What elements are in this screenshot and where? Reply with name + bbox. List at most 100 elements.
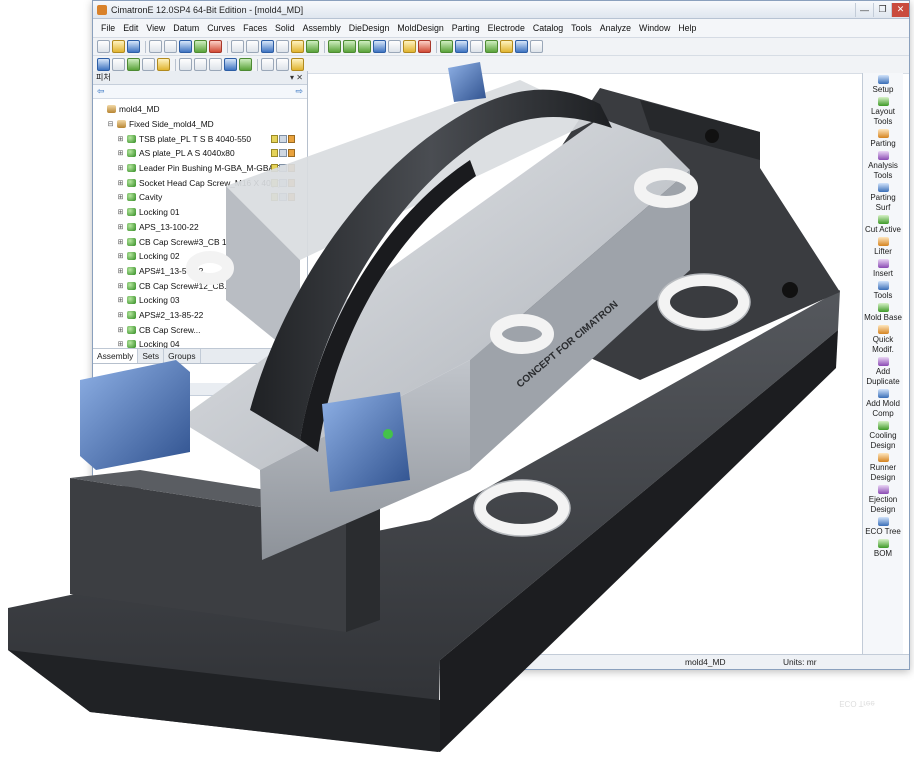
close-button[interactable]: ✕ [891, 2, 909, 17]
tab-assembly[interactable]: Assembly [93, 349, 139, 363]
view-top-icon[interactable] [194, 58, 207, 71]
visibility-status-icons[interactable] [271, 193, 295, 202]
mold-tool-cooling-design[interactable]: Cooling Design [863, 419, 903, 451]
mold-tool-tools[interactable]: Tools [863, 279, 903, 301]
mold-tool-lifter[interactable]: Lifter [863, 235, 903, 257]
tree-node[interactable]: ⊞ Socket Head Cap Screw_M16 X 40(6) [93, 175, 307, 190]
mold-tool-parting-surf[interactable]: Parting Surf [863, 181, 903, 213]
section-icon[interactable] [224, 58, 237, 71]
extrude-icon[interactable] [343, 40, 356, 53]
redo-icon[interactable] [164, 40, 177, 53]
tree-node[interactable]: ⊞ AS plate_PL A S 4040x80 [93, 146, 307, 161]
expand-icon[interactable]: ⊞ [117, 326, 124, 334]
tree-node[interactable]: ⊞ CB Cap Screw#3_CB 10-20(2) [93, 234, 307, 249]
tree-node[interactable]: ⊞ CB Cap Screw... [93, 322, 307, 337]
forward-arrow-icon[interactable]: ⇨ [295, 86, 303, 97]
mold-tool-insert[interactable]: Insert [863, 257, 903, 279]
mold-tool-parting[interactable]: Parting [863, 127, 903, 149]
menu-solid[interactable]: Solid [271, 23, 299, 33]
expand-icon[interactable]: ⊞ [97, 399, 104, 407]
view-iso-icon[interactable] [209, 58, 222, 71]
open-file-icon[interactable] [112, 40, 125, 53]
expand-icon[interactable]: ⊞ [117, 193, 124, 201]
mold-tool-cut-active[interactable]: Cut Active [863, 213, 903, 235]
menu-faces[interactable]: Faces [239, 23, 271, 33]
options-icon[interactable] [530, 40, 543, 53]
expand-icon[interactable]: ⊞ [117, 238, 124, 246]
pan-icon[interactable] [276, 40, 289, 53]
curves-filter-icon[interactable] [142, 58, 155, 71]
mold-tool-bom[interactable]: BOM [863, 537, 903, 559]
select-icon[interactable] [179, 40, 192, 53]
wireframe-icon[interactable] [261, 58, 274, 71]
filter-icon[interactable] [97, 58, 110, 71]
menu-edit[interactable]: Edit [119, 23, 142, 33]
tree-node[interactable]: ⊞ Locking 02 [93, 249, 307, 264]
render-mode-icon[interactable] [291, 40, 304, 53]
tree-node[interactable]: ⊞ APS_13-100-22 [93, 220, 307, 235]
minimize-button[interactable]: — [855, 2, 873, 17]
show-icon[interactable] [194, 40, 207, 53]
layer-icon[interactable] [239, 58, 252, 71]
tree-node[interactable]: ⊞ APS#2_13-85-22 [93, 308, 307, 323]
hidden-line-icon[interactable] [276, 58, 289, 71]
mold-tool-add-mold-comp[interactable]: Add Mold Comp [863, 387, 903, 419]
menu-file[interactable]: File [97, 23, 119, 33]
tree-node[interactable]: ⊞ CB Cap Screw#12_CB... [93, 278, 307, 293]
mold-tool-setup[interactable]: Setup [863, 73, 903, 95]
light-icon[interactable] [291, 58, 304, 71]
points-icon[interactable] [127, 58, 140, 71]
assembly-add-icon[interactable] [440, 40, 453, 53]
feature-icon[interactable] [328, 40, 341, 53]
rotate-view-icon[interactable] [261, 40, 274, 53]
zoom-window-icon[interactable] [246, 40, 259, 53]
tree-node[interactable]: ⊞ Cavity [93, 190, 307, 205]
delete-icon[interactable] [418, 40, 431, 53]
mold-tool-eco-tree[interactable]: ECO Tree [863, 515, 903, 537]
expand-icon[interactable]: ⊞ [117, 267, 124, 275]
menu-diedesign[interactable]: DieDesign [345, 23, 394, 33]
mold-tool-add-duplicate[interactable]: Add Duplicate [863, 355, 903, 387]
menu-catalog[interactable]: Catalog [529, 23, 567, 33]
mold-tool-mold-base[interactable]: Mold Base [863, 301, 903, 323]
sketch-icon[interactable] [388, 40, 401, 53]
menu-parting[interactable]: Parting [448, 23, 484, 33]
mold-tool-quick-modif[interactable]: Quick Modif. [863, 323, 903, 355]
tree-node[interactable]: ⊞ Leader Pin Bushing M-GBA_M-GBA 3... [93, 161, 307, 176]
assembly-place-icon[interactable] [455, 40, 468, 53]
expand-icon[interactable]: ⊞ [117, 208, 124, 216]
datum-plane-icon[interactable] [373, 40, 386, 53]
hide-icon[interactable] [209, 40, 222, 53]
maximize-button[interactable]: ❐ [873, 2, 891, 17]
menu-window[interactable]: Window [635, 23, 674, 33]
analyze-icon[interactable] [515, 40, 528, 53]
visibility-status-icons[interactable] [271, 134, 295, 143]
expand-icon[interactable]: ⊟ [107, 120, 114, 128]
tree-node[interactable]: ⊞ TSB plate_PL T S B 4040-550 [93, 131, 307, 146]
tree-node[interactable]: ⊞ APS#1_13-50-22 [93, 264, 307, 279]
expand-icon[interactable]: ⊞ [117, 282, 124, 290]
menu-assembly[interactable]: Assembly [299, 23, 345, 33]
save-icon[interactable] [127, 40, 140, 53]
menu-datum[interactable]: Datum [169, 23, 203, 33]
mold-tool-analysis-tools[interactable]: Analysis Tools [863, 149, 903, 181]
tree-node[interactable]: ⊟ Fixed Side_mold4_MD [93, 117, 307, 132]
expand-icon[interactable]: ⊞ [117, 252, 124, 260]
mold-tool-ejection-design[interactable]: Ejection Design [863, 483, 903, 515]
visibility-status-icons[interactable] [271, 178, 295, 187]
menu-analyze[interactable]: Analyze [596, 23, 635, 33]
mold-tool-runner-design[interactable]: Runner Design [863, 451, 903, 483]
shaded-icon[interactable] [306, 40, 319, 53]
view-front-icon[interactable] [179, 58, 192, 71]
menu-electrode[interactable]: Electrode [484, 23, 529, 33]
menu-view[interactable]: View [142, 23, 169, 33]
expand-icon[interactable]: ⊞ [117, 311, 124, 319]
expand-icon[interactable]: ⊞ [117, 296, 124, 304]
tab-sets[interactable]: Sets [138, 349, 165, 363]
expand-icon[interactable]: ⊞ [117, 223, 124, 231]
expand-icon[interactable]: ⊞ [117, 179, 124, 187]
visibility-status-icons[interactable] [271, 164, 295, 173]
menu-help[interactable]: Help [674, 23, 700, 33]
mold-tool-layout-tools[interactable]: Layout Tools [863, 95, 903, 127]
visibility-status-icons[interactable] [271, 149, 295, 158]
